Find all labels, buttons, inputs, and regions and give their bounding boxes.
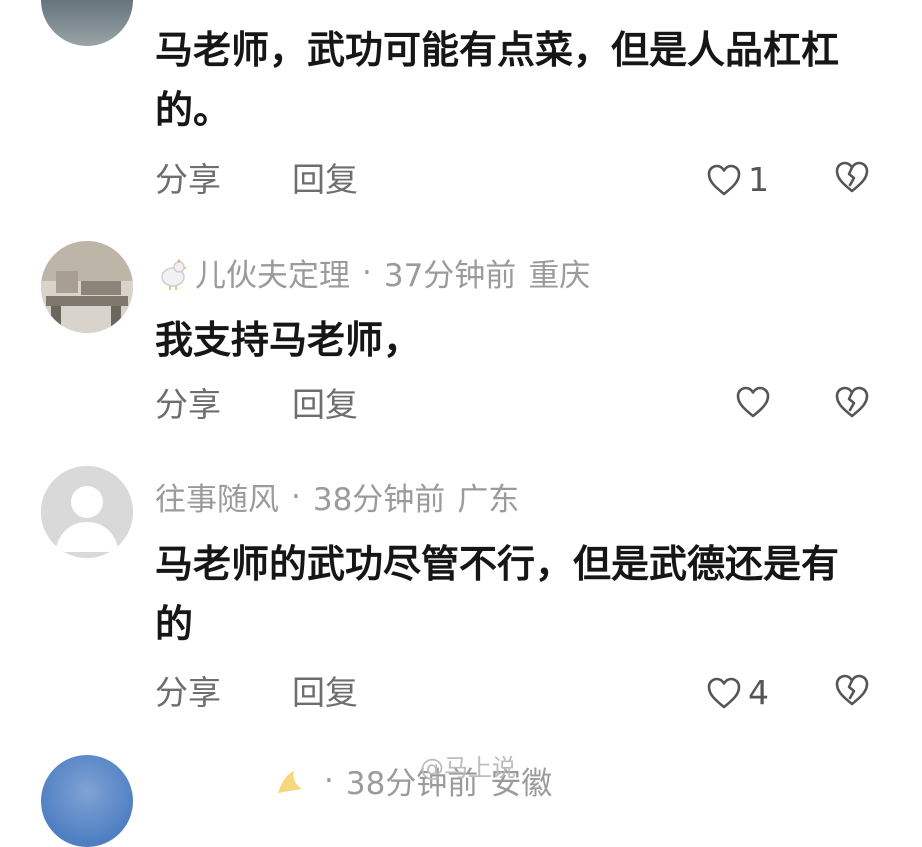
reply-button[interactable]: 回复 — [292, 671, 358, 715]
share-button[interactable]: 分享 — [155, 158, 221, 202]
broken-heart-icon — [835, 161, 869, 193]
watermark: @马上说 — [420, 754, 516, 782]
comment-actions: 分享 回复 — [0, 383, 922, 427]
meta-separator: · — [324, 762, 334, 799]
chicken-icon — [161, 258, 187, 290]
like-button[interactable]: 1 — [706, 160, 769, 200]
meta-separator: · — [291, 478, 301, 515]
avatar[interactable] — [41, 755, 133, 847]
dislike-button[interactable] — [834, 385, 870, 423]
comment-actions: 分享 回复 4 — [0, 671, 922, 715]
username[interactable]: 儿伙夫定理 — [195, 250, 350, 295]
comment-text: 马老师的武功尽管不行，但是武德还是有的 — [155, 542, 840, 646]
meta-separator: · — [362, 254, 372, 291]
avatar-image — [41, 241, 133, 333]
share-button[interactable]: 分享 — [155, 383, 221, 427]
timestamp: 38分钟前 — [312, 482, 446, 518]
share-button[interactable]: 分享 — [155, 671, 221, 715]
heart-outline-icon — [707, 164, 741, 196]
username[interactable]: 往事随风 — [155, 474, 279, 519]
comment-text: 马老师，武功可能有点菜，但是人品杠杠的。 — [155, 28, 840, 132]
like-count: 4 — [748, 673, 769, 712]
reply-button[interactable]: 回复 — [292, 383, 358, 427]
comment-meta: 儿伙夫定理 · 37分钟前 重庆 — [155, 250, 590, 295]
like-button[interactable]: 4 — [706, 673, 769, 713]
avatar[interactable] — [41, 241, 133, 333]
avatar[interactable] — [41, 0, 133, 46]
reply-button[interactable]: 回复 — [292, 158, 358, 202]
badge-icon — [278, 770, 302, 793]
location: 重庆 — [528, 258, 591, 294]
avatar[interactable] — [41, 466, 133, 558]
comment-actions: 分享 回复 1 — [0, 158, 922, 202]
location: 广东 — [457, 482, 520, 518]
heart-outline-icon — [736, 386, 770, 418]
broken-heart-icon — [835, 386, 869, 418]
like-count: 1 — [748, 160, 769, 199]
default-avatar-icon — [41, 466, 133, 558]
comment-text: 我支持马老师， — [155, 318, 422, 362]
dislike-button[interactable] — [834, 673, 870, 711]
dislike-button[interactable] — [834, 160, 870, 198]
comment-meta: 往事随风 · 38分钟前 广东 — [155, 474, 519, 519]
heart-outline-icon — [707, 677, 741, 709]
timestamp: 37分钟前 — [383, 258, 517, 294]
broken-heart-icon — [835, 674, 869, 706]
like-button[interactable] — [735, 385, 777, 419]
